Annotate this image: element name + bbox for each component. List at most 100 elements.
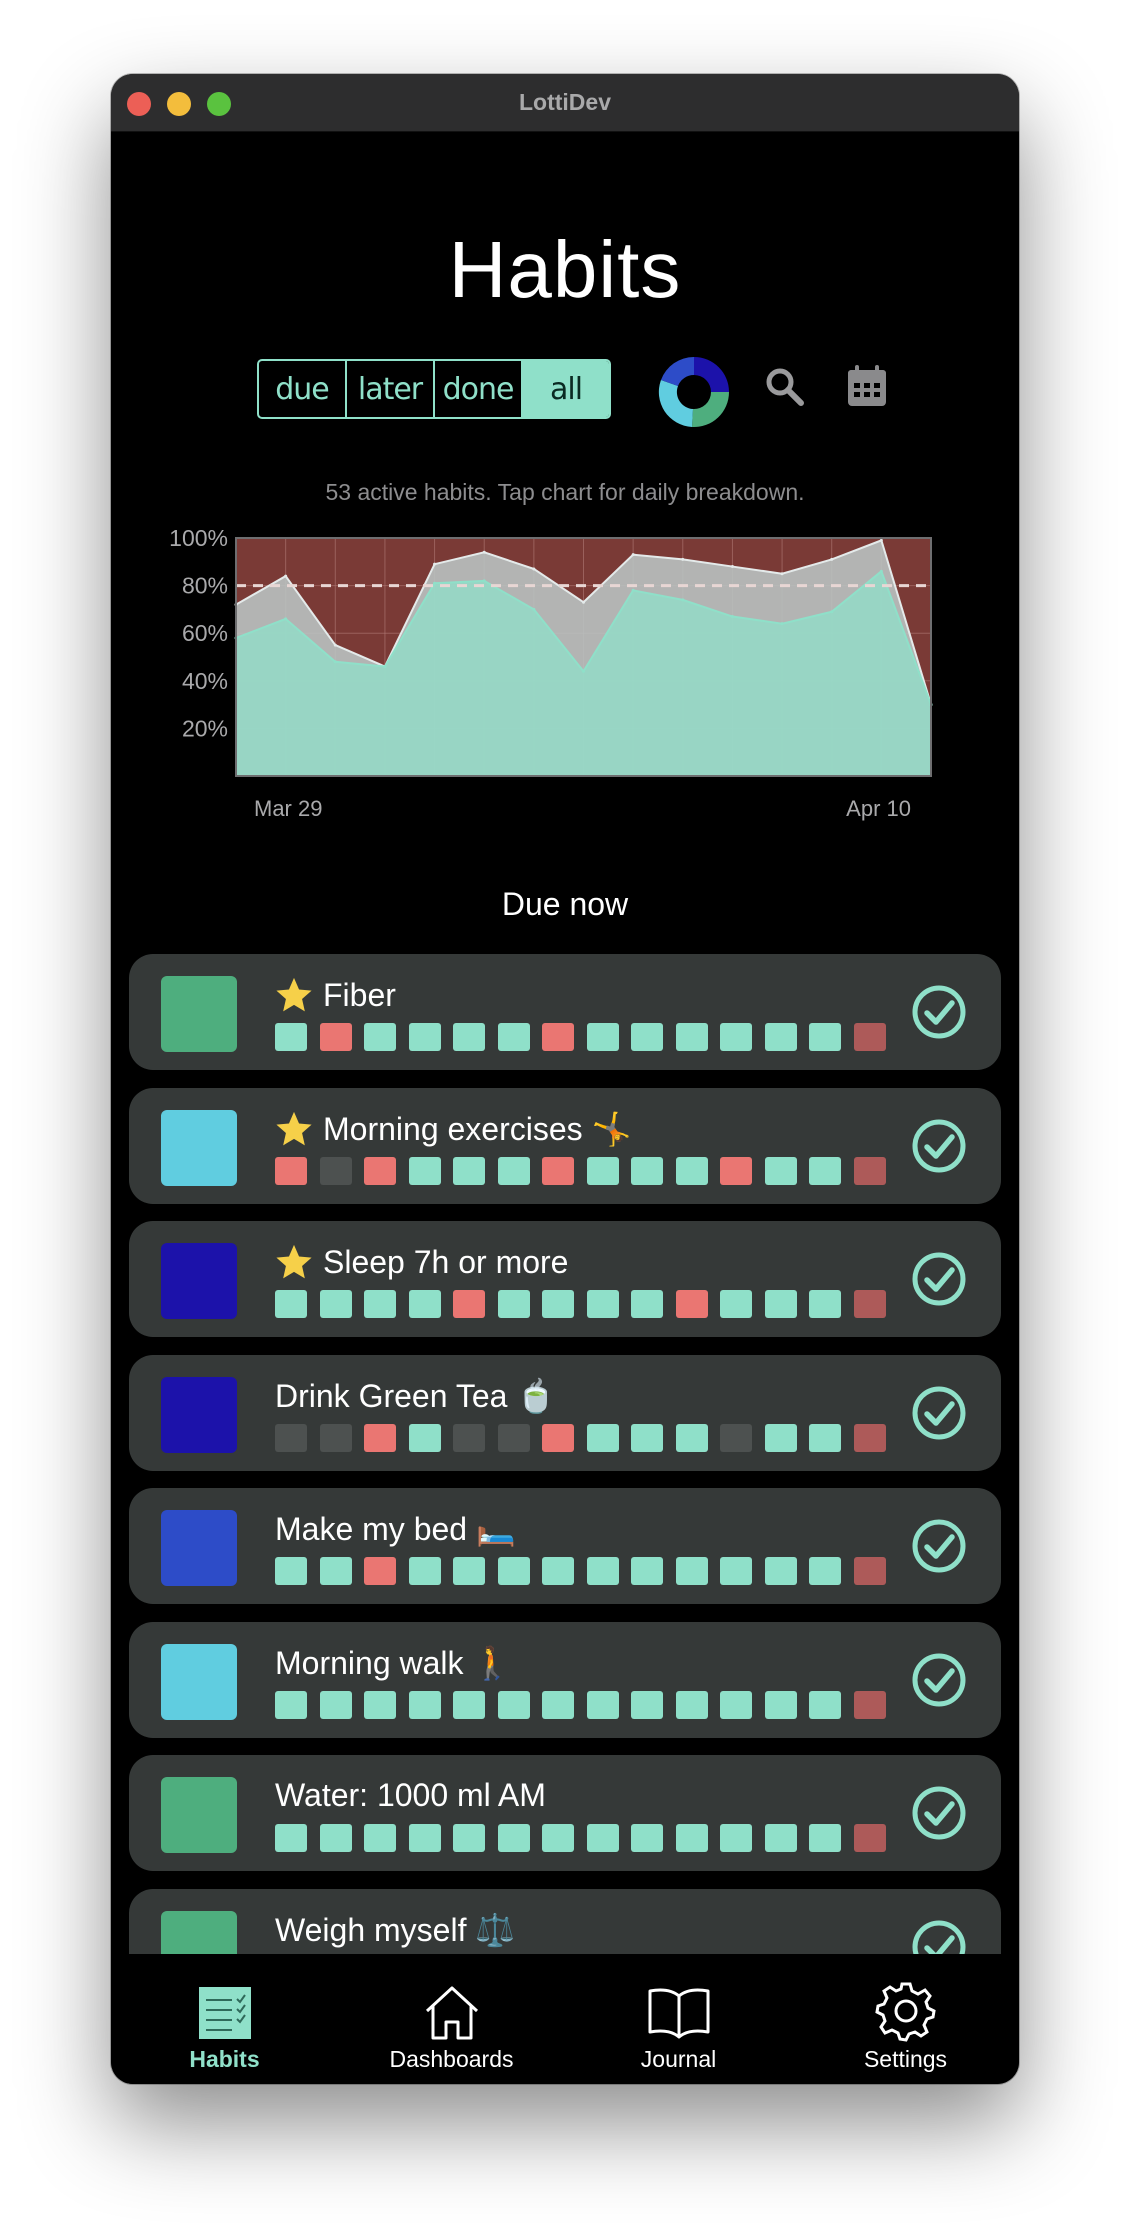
habit-day-cell[interactable] <box>586 1423 619 1452</box>
habit-card[interactable]: Make my bed 🛏️ <box>129 1488 1001 1604</box>
filter-later[interactable]: later <box>347 361 435 417</box>
habit-day-cell[interactable] <box>364 1423 396 1452</box>
habit-day-cell[interactable] <box>542 1023 574 1051</box>
habit-card[interactable]: Water: 1000 ml AM <box>129 1755 1001 1871</box>
habit-day-cell[interactable] <box>720 1557 752 1585</box>
habit-day-cell[interactable] <box>764 1824 797 1852</box>
complete-check-icon[interactable] <box>911 1518 967 1574</box>
habit-day-cell[interactable] <box>853 1156 886 1185</box>
habit-day-cell[interactable] <box>364 1290 396 1318</box>
tab-dashboards[interactable]: Dashboards <box>338 1974 565 2084</box>
complete-check-icon[interactable] <box>911 1251 967 1307</box>
habit-day-cell[interactable] <box>675 1423 708 1452</box>
habit-day-cell[interactable] <box>542 1156 574 1185</box>
habit-day-cell[interactable] <box>720 1290 752 1318</box>
complete-check-icon[interactable] <box>911 1385 967 1441</box>
habit-day-cell[interactable] <box>631 1290 663 1318</box>
tab-settings[interactable]: Settings <box>792 1974 1019 2084</box>
habit-day-cell[interactable] <box>542 1557 574 1585</box>
habit-day-cell[interactable] <box>586 1156 619 1185</box>
habit-card[interactable]: Drink Green Tea 🍵 <box>129 1354 1001 1471</box>
habit-day-cell[interactable] <box>853 1557 886 1585</box>
habit-day-cell[interactable] <box>497 1824 530 1852</box>
habit-day-cell[interactable] <box>408 1023 441 1051</box>
habit-day-cell[interactable] <box>408 1690 441 1719</box>
habit-day-cell[interactable] <box>675 1156 708 1185</box>
habit-card[interactable]: Morning walk 🚶 <box>129 1621 1001 1738</box>
complete-check-icon[interactable] <box>911 1118 967 1174</box>
habit-day-cell[interactable] <box>720 1423 752 1452</box>
habit-day-cell[interactable] <box>631 1557 663 1585</box>
habit-day-cell[interactable] <box>319 1557 352 1585</box>
habit-day-cell[interactable] <box>275 1290 307 1318</box>
habit-day-cell[interactable] <box>631 1690 663 1719</box>
habit-day-cell[interactable] <box>319 1423 352 1452</box>
habit-day-cell[interactable] <box>542 1824 574 1852</box>
filter-all[interactable]: all <box>523 361 609 417</box>
habit-day-cell[interactable] <box>275 1156 307 1185</box>
habit-day-cell[interactable] <box>853 1423 886 1452</box>
habit-day-cell[interactable] <box>631 1156 663 1185</box>
habit-day-cell[interactable] <box>809 1023 841 1051</box>
habit-day-cell[interactable] <box>586 1690 619 1719</box>
habit-day-cell[interactable] <box>631 1023 663 1051</box>
habit-day-cell[interactable] <box>720 1156 752 1185</box>
habit-day-cell[interactable] <box>764 1023 797 1051</box>
habit-day-cell[interactable] <box>542 1423 574 1452</box>
habit-day-cell[interactable] <box>586 1557 619 1585</box>
habit-day-cell[interactable] <box>364 1023 396 1051</box>
filter-done[interactable]: done <box>435 361 523 417</box>
habit-day-cell[interactable] <box>319 1156 352 1185</box>
complete-check-icon[interactable] <box>911 1652 967 1708</box>
habit-day-cell[interactable] <box>408 1824 441 1852</box>
habit-day-cell[interactable] <box>764 1290 797 1318</box>
habit-day-cell[interactable] <box>453 1290 485 1318</box>
tab-journal[interactable]: Journal <box>565 1974 792 2084</box>
habit-day-cell[interactable] <box>809 1423 841 1452</box>
habit-day-cell[interactable] <box>853 1690 886 1719</box>
habit-day-cell[interactable] <box>408 1156 441 1185</box>
habit-day-cell[interactable] <box>675 1690 708 1719</box>
habit-day-cell[interactable] <box>764 1156 797 1185</box>
search-icon[interactable] <box>764 366 806 408</box>
habit-day-cell[interactable] <box>497 1156 530 1185</box>
habit-day-cell[interactable] <box>675 1023 708 1051</box>
habit-day-cell[interactable] <box>319 1023 352 1051</box>
habit-day-cell[interactable] <box>364 1824 396 1852</box>
habit-day-cell[interactable] <box>720 1690 752 1719</box>
habit-day-cell[interactable] <box>453 1423 485 1452</box>
habit-day-cell[interactable] <box>809 1557 841 1585</box>
habit-day-cell[interactable] <box>497 1557 530 1585</box>
complete-check-icon[interactable] <box>911 1785 967 1841</box>
habit-day-cell[interactable] <box>364 1557 396 1585</box>
habit-day-cell[interactable] <box>497 1423 530 1452</box>
habit-card[interactable]: Sleep 7h or more <box>129 1221 1001 1337</box>
habit-day-cell[interactable] <box>453 1557 485 1585</box>
tab-habits[interactable]: Habits <box>111 1974 338 2084</box>
habit-card[interactable]: Weigh myself ⚖️ <box>129 1888 1001 1954</box>
habit-day-cell[interactable] <box>586 1290 619 1318</box>
habit-day-cell[interactable] <box>453 1023 485 1051</box>
habit-day-cell[interactable] <box>408 1557 441 1585</box>
habit-day-cell[interactable] <box>853 1023 886 1051</box>
habit-day-cell[interactable] <box>275 1023 307 1051</box>
completion-donut-icon[interactable] <box>657 355 731 429</box>
habit-day-cell[interactable] <box>631 1423 663 1452</box>
habit-day-cell[interactable] <box>319 1824 352 1852</box>
habit-day-cell[interactable] <box>275 1824 307 1852</box>
habit-day-cell[interactable] <box>453 1824 485 1852</box>
habit-day-cell[interactable] <box>275 1690 307 1719</box>
habit-day-cell[interactable] <box>764 1690 797 1719</box>
habit-day-cell[interactable] <box>809 1690 841 1719</box>
habit-day-cell[interactable] <box>275 1557 307 1585</box>
habit-day-cell[interactable] <box>586 1023 619 1051</box>
habit-day-cell[interactable] <box>631 1824 663 1852</box>
habit-day-cell[interactable] <box>853 1824 886 1852</box>
habit-day-cell[interactable] <box>675 1290 708 1318</box>
filter-due[interactable]: due <box>259 361 347 417</box>
habit-day-cell[interactable] <box>408 1423 441 1452</box>
habit-day-cell[interactable] <box>364 1690 396 1719</box>
habit-day-cell[interactable] <box>586 1824 619 1852</box>
habit-day-cell[interactable] <box>720 1824 752 1852</box>
habit-day-cell[interactable] <box>809 1290 841 1318</box>
